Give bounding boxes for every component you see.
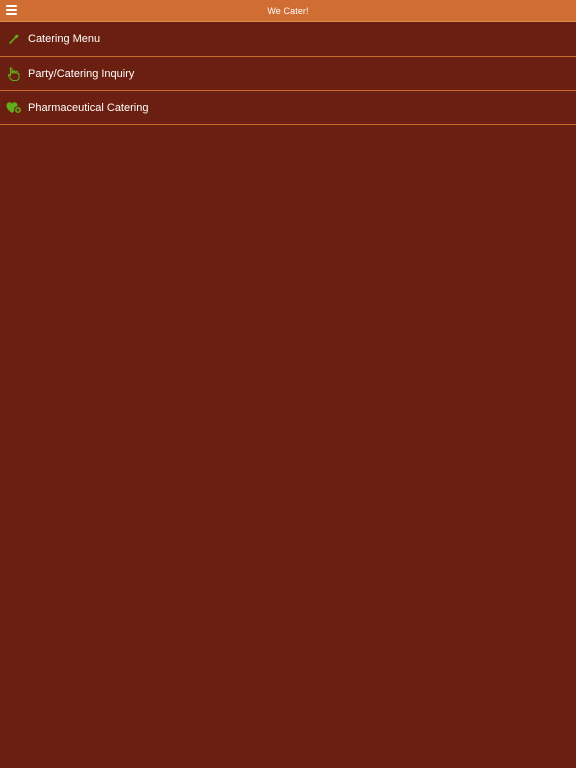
menu-item-label: Pharmaceutical Catering bbox=[28, 101, 149, 114]
menu-item-label: Party/Catering Inquiry bbox=[28, 67, 135, 80]
app-screen: We Cater! Catering Menu Party/Catering I… bbox=[0, 0, 576, 768]
menu-item-pharmaceutical-catering[interactable]: Pharmaceutical Catering bbox=[0, 91, 576, 125]
menu-list: Catering Menu Party/Catering Inquiry Pha… bbox=[0, 22, 576, 125]
hand-icon bbox=[0, 64, 28, 84]
spoon-icon bbox=[0, 29, 28, 49]
heart-plus-icon bbox=[0, 98, 28, 118]
menu-item-catering-menu[interactable]: Catering Menu bbox=[0, 22, 576, 57]
menu-item-label: Catering Menu bbox=[28, 33, 101, 45]
menu-item-party-catering-inquiry[interactable]: Party/Catering Inquiry bbox=[0, 57, 576, 91]
hamburger-menu-icon[interactable] bbox=[6, 5, 17, 17]
page-title: We Cater! bbox=[267, 5, 309, 16]
top-bar: We Cater! bbox=[0, 0, 576, 22]
